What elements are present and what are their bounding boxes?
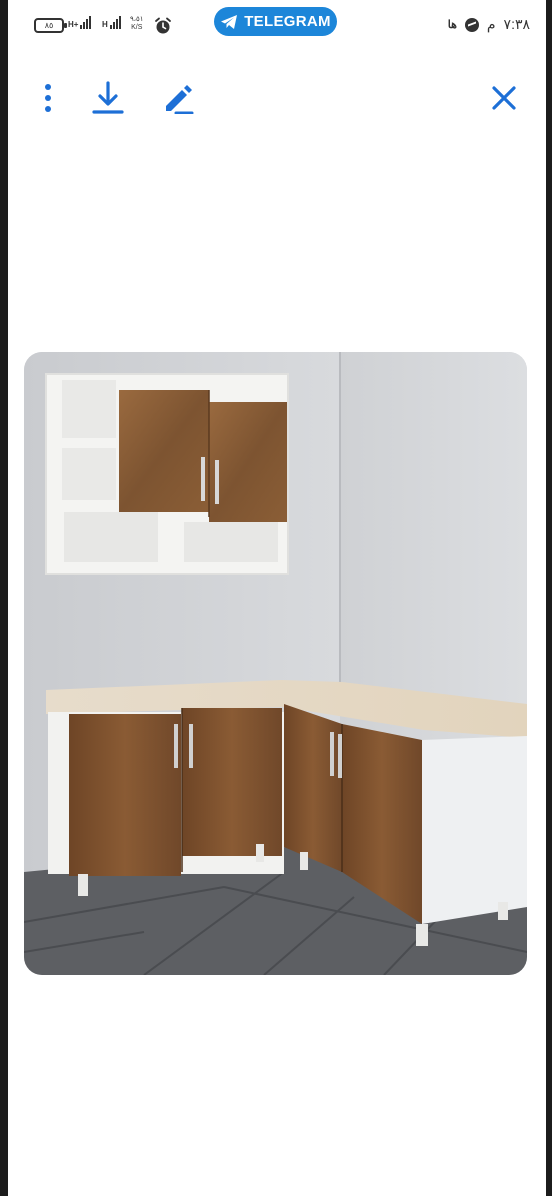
battery-level: ٨٥ xyxy=(44,21,54,30)
more-options-button[interactable] xyxy=(28,78,68,118)
close-icon xyxy=(492,86,516,110)
close-button[interactable] xyxy=(484,78,524,118)
kitchen-cabinets-photo[interactable] xyxy=(24,352,527,975)
download-button[interactable] xyxy=(88,78,128,118)
status-right-group: ها م ٧:٣٨ xyxy=(448,16,530,33)
edit-icon xyxy=(166,85,194,114)
telegram-label: TELEGRAM xyxy=(244,13,331,30)
viewer-toolbar xyxy=(8,70,546,126)
edit-button[interactable] xyxy=(158,78,198,118)
download-icon xyxy=(92,81,124,114)
signal-2-label: H xyxy=(102,20,108,29)
kitchen-illustration xyxy=(24,352,527,975)
clock-time: ٧:٣٨ xyxy=(503,16,530,32)
network-speed-value: ٩،٥١ xyxy=(130,16,144,23)
screen-edge-right xyxy=(546,0,552,1196)
network-speed-unit: K/S xyxy=(131,24,143,31)
signal-icon: H+ xyxy=(68,16,92,29)
telegram-return-pill[interactable]: TELEGRAM xyxy=(214,7,337,36)
more-vertical-icon xyxy=(45,84,51,112)
battery-icon: ٨٥ xyxy=(34,18,67,33)
alarm-icon xyxy=(155,17,171,34)
status-bar: ٨٥ H+ H ٩،٥١ K/S TELEGRAM ها م ٧:٣٨ xyxy=(8,0,546,50)
network-speed: ٩،٥١ K/S xyxy=(130,16,144,32)
telegram-icon xyxy=(221,14,238,29)
signal-1-label: H+ xyxy=(68,20,79,29)
signal-icon-2: H xyxy=(102,16,121,29)
ampm-label: م xyxy=(486,16,496,32)
app-notification-icon: ها xyxy=(447,19,457,31)
messenger-icon xyxy=(464,17,479,32)
screen-edge-left xyxy=(0,0,8,1196)
